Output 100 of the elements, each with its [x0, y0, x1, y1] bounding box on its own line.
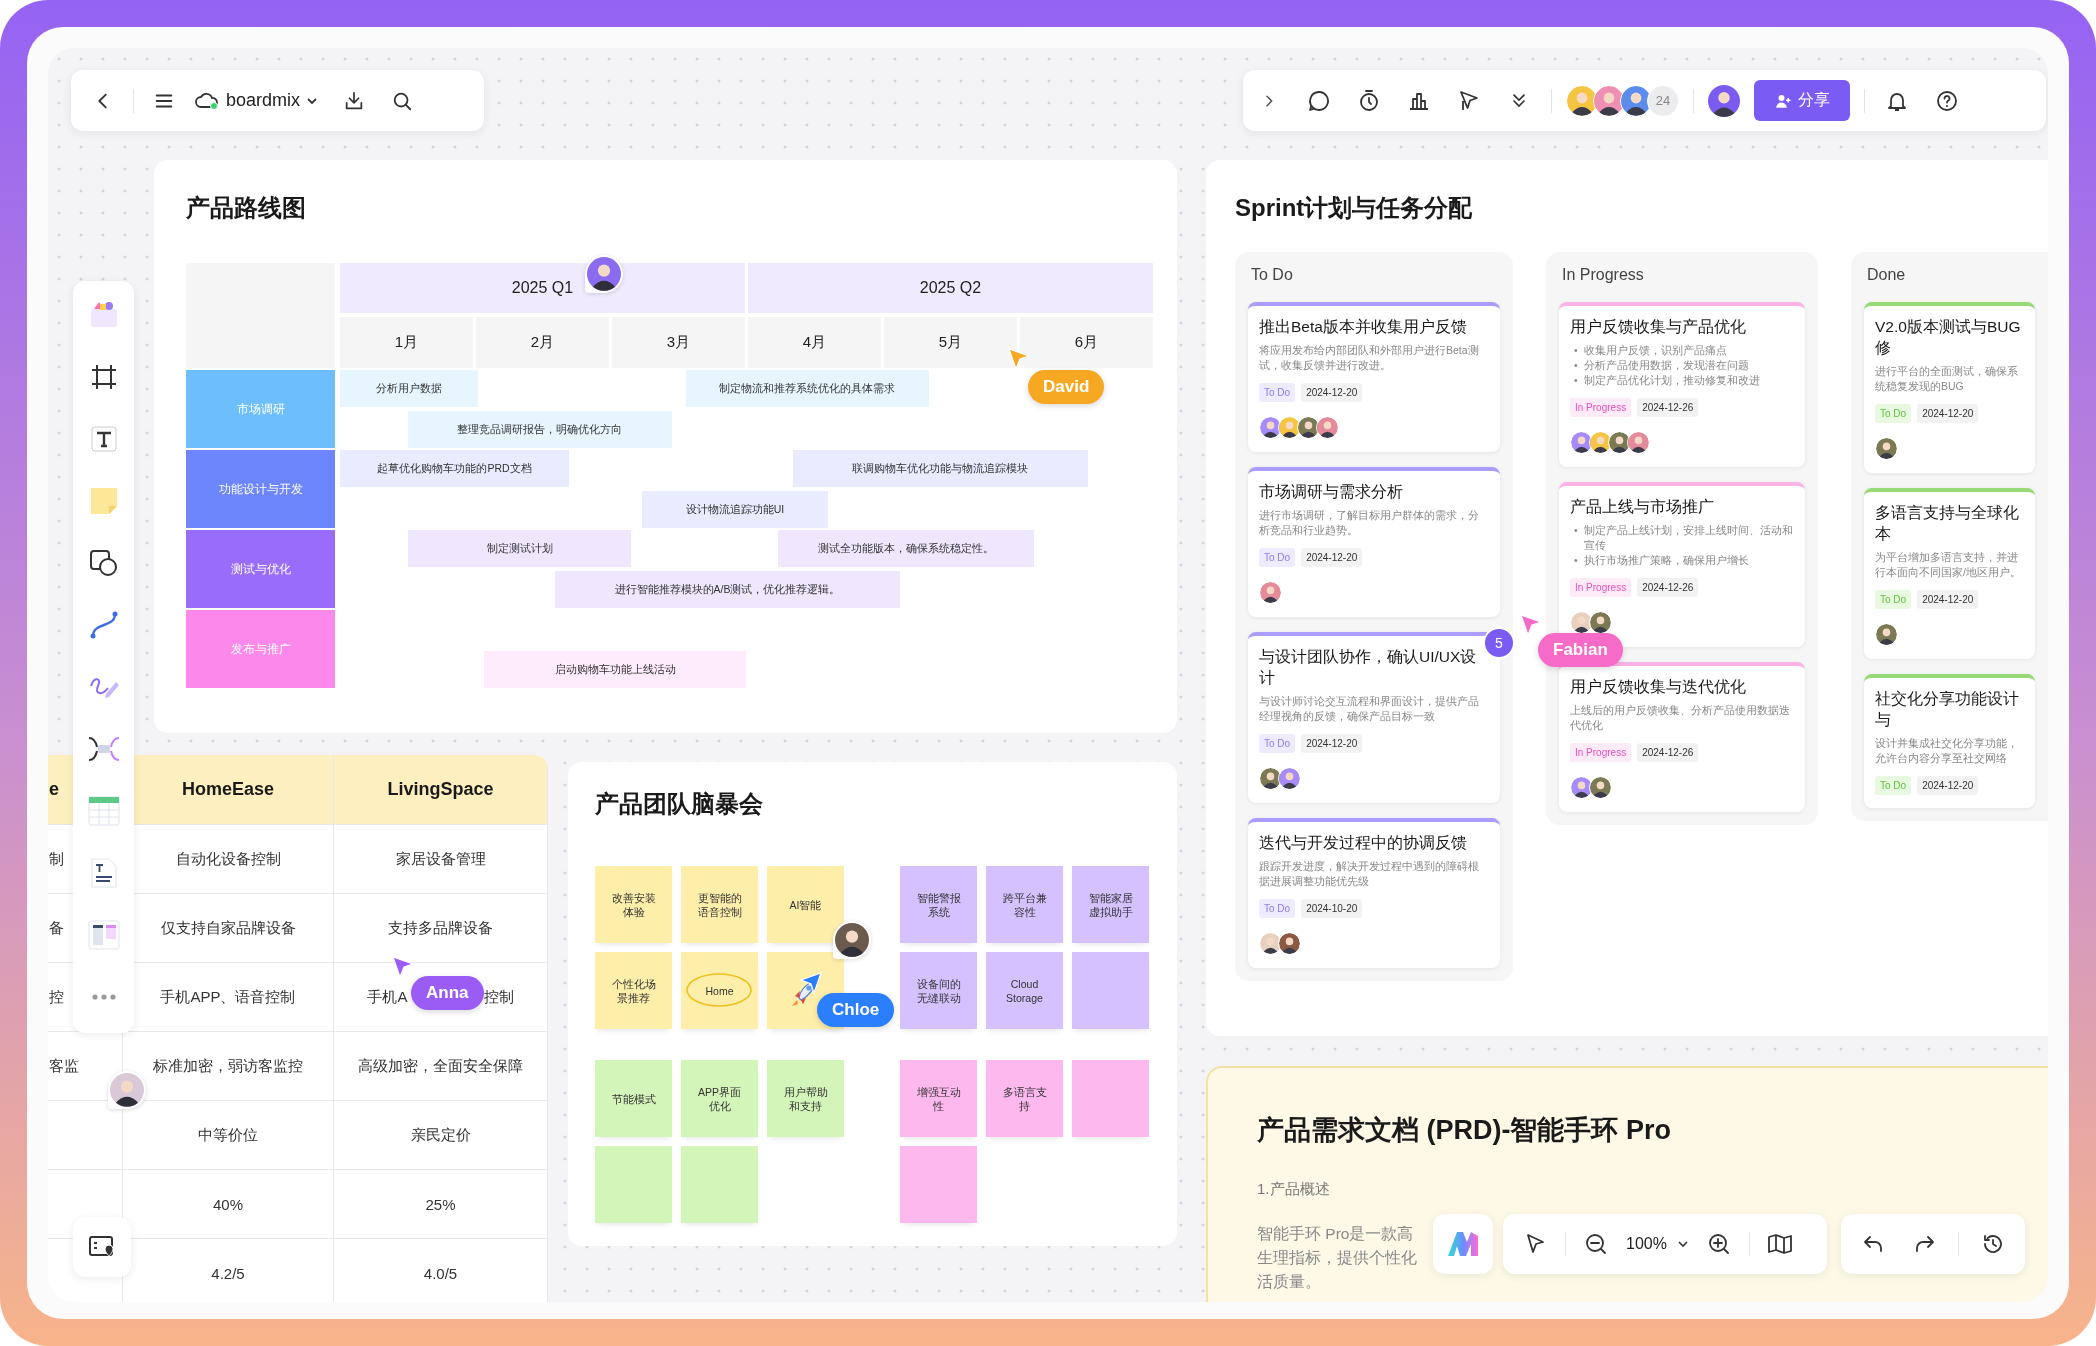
table-icon	[87, 796, 120, 826]
sticky-note[interactable]: 节能模式	[595, 1060, 672, 1137]
column-title: In Progress	[1561, 266, 1645, 284]
quarter-header: 2025 Q1	[340, 263, 745, 313]
month-header: 5月	[884, 317, 1017, 368]
card-title: 用户反馈收集与迭代优化	[1570, 677, 1747, 697]
task-bar[interactable]: 分析用户数据	[340, 370, 479, 407]
shapes-icon	[88, 548, 119, 578]
task-bar[interactable]: 制定物流和推荐系统优化的具体需求	[685, 370, 930, 407]
ai-assistant-button[interactable]	[1433, 1214, 1493, 1274]
sticky-note[interactable]: AI智能	[767, 866, 844, 943]
task-card[interactable]: V2.0版本测试与BUG修 进行平台的全面测试，确保系统稳复发现的BUG To Do 2024-12-20	[1864, 302, 2035, 473]
task-bar[interactable]: 制定测试计划	[407, 530, 632, 567]
month-header: 4月	[748, 317, 881, 368]
cursor-arrow-icon	[800, 972, 822, 994]
sticky-note[interactable]: 改善安装体验	[595, 866, 672, 943]
layout-icon	[87, 920, 120, 950]
month-header: 1月	[340, 317, 473, 368]
zoom-in-icon	[1706, 1232, 1731, 1256]
ellipse-drawing	[685, 971, 753, 1009]
lane-label: 测试与优化	[186, 530, 335, 608]
app-logo	[1446, 1230, 1480, 1258]
more-icon	[90, 993, 117, 1001]
task-card[interactable]: 迭代与开发过程中的协调反馈 跟踪开发进度，解决开发过程中遇到的障碍根据进展调整功能优先级 To Do 2024-10-20	[1248, 818, 1500, 968]
status-tag: To Do	[1259, 383, 1296, 402]
section-heading: 1.产品概述	[1257, 1179, 1331, 1199]
card-title: 推出Beta版本并收集用户反馈	[1259, 317, 1468, 337]
sticky-note[interactable]: 增强互动性	[900, 1060, 977, 1137]
cursor-name-tooltip: Anna	[411, 976, 484, 1010]
date-chip: 2024-12-20	[1301, 734, 1363, 753]
bullet-marker: •	[1574, 358, 1578, 373]
table-cell-text: 客监	[49, 1056, 79, 1076]
date-chip: 2024-12-20	[1917, 404, 1979, 423]
sticky-note[interactable]: 设备间的无缝联动	[900, 952, 977, 1029]
table-cell: 高级加密，全面安全保障	[334, 1032, 548, 1100]
sticky-note[interactable]: 智能警报系统	[900, 866, 977, 943]
sticky-note[interactable]: 多语言支持	[986, 1060, 1063, 1137]
text-icon	[90, 426, 117, 452]
card-bullet: 收集用户反馈，识别产品痛点	[1583, 343, 1727, 358]
sticky-note[interactable]: Home	[681, 952, 758, 1029]
table-cell: 25%	[334, 1170, 548, 1238]
task-bar[interactable]: 整理竞品调研报告，明确优化方向	[407, 411, 672, 448]
status-tag: To Do	[1875, 404, 1912, 423]
column-header: LivingSpace	[334, 755, 548, 824]
table-cell-text: 备	[49, 918, 64, 938]
cursor-name-tooltip: David	[1028, 370, 1105, 404]
task-bar[interactable]: 设计物流追踪功能UI	[642, 491, 828, 528]
task-bar[interactable]: 测试全功能版本，确保系统稳定性。	[777, 530, 1034, 567]
sticky-note[interactable]: 用户帮助和支持	[767, 1060, 844, 1137]
sticky-note[interactable]: Cloud Storage	[986, 952, 1063, 1029]
sticky-note[interactable]: 个性化场景推荐	[595, 952, 672, 1029]
month-header: 3月	[612, 317, 745, 368]
task-card[interactable]: 社交化分享功能设计与 设计并集成社交化分享功能，允许台内容分享至社交网络 To Do 2024-12-20	[1864, 674, 2035, 808]
column-title: To Do	[1250, 266, 1294, 284]
table-cell-text: 控制	[483, 987, 514, 1007]
sticky-note[interactable]: 智能家居虚拟助手	[1072, 866, 1149, 943]
task-bar[interactable]: 进行智能推荐模块的A/B测试，优化推荐逻辑。	[555, 571, 900, 608]
paragraph-line: 生理指标，提供个性化	[1257, 1248, 1417, 1268]
task-bar[interactable]: 联调购物车优化功能与物流追踪模块	[792, 450, 1088, 487]
date-chip: 2024-12-20	[1301, 383, 1363, 402]
task-card[interactable]: 用户反馈收集与产品优化 • 收集用户反馈，识别产品痛点 • 分析产品使用数据，发现潜在问题 • 制定产品优化计划，推动修复和改进 In Progress 2024-12-26	[1559, 302, 1805, 467]
share-button[interactable]: 分享	[1754, 80, 1850, 121]
task-card[interactable]: 推出Beta版本并收集用户反馈 将应用发布给内部团队和外部用户进行Beta测试，收集反馈并进行改进。 To Do 2024-12-20	[1248, 302, 1500, 452]
status-tag: To Do	[1875, 590, 1912, 609]
card-bullet: 制定产品上线计划，安排上线时间、活动和宣传	[1583, 523, 1794, 553]
status-tag: To Do	[1259, 548, 1296, 567]
card-description: 将应用发布给内部团队和外部用户进行Beta测试，收集反馈并进行改进。	[1259, 343, 1480, 373]
lane-label: 市场调研	[186, 370, 335, 448]
task-card[interactable]: 多语言支持与全球化本 为平台增加多语言支持，并进行本面向不同国家/地区用户。 To Do 2024-12-20	[1864, 488, 2035, 659]
lane-label: 发布与推广	[186, 610, 335, 688]
date-chip: 2024-12-26	[1637, 578, 1699, 597]
task-card[interactable]: 市场调研与需求分析 进行市场调研，了解目标用户群体的需求，分析竞品和行业趋势。 To Do 2024-12-20	[1248, 467, 1500, 617]
card-title: 社交化分享功能设计与	[1875, 689, 2020, 730]
card-description: 跟踪开发进度，解决开发过程中遇到的障碍根据进展调整功能优先级	[1259, 859, 1480, 889]
sticky-note[interactable]: 更智能的语音控制	[681, 866, 758, 943]
cursor-name-tooltip: Chloe	[817, 993, 895, 1027]
task-bar[interactable]: 启动购物车功能上线活动	[483, 651, 747, 688]
task-bar[interactable]: 起草优化购物车功能的PRD文档	[340, 450, 569, 487]
card-title: 多语言支持与全球化本	[1875, 503, 2020, 544]
map-button[interactable]	[73, 1217, 131, 1277]
table-cell: 4.0/5	[334, 1239, 548, 1302]
board-name-button[interactable]: boardmix	[194, 89, 319, 112]
task-card[interactable]: 用户反馈收集与迭代优化 上线后的用户反馈收集、分析产品使用数据迭代优化 In Progress 2024-12-26	[1559, 662, 1805, 812]
bullet-marker: •	[1574, 343, 1578, 358]
bullet-marker: •	[1574, 553, 1578, 568]
card-bullet: 制定产品优化计划，推动修复和改进	[1583, 373, 1760, 388]
status-tag: To Do	[1259, 734, 1296, 753]
month-header: 2月	[476, 317, 609, 368]
paragraph-line: 活质量。	[1257, 1272, 1321, 1292]
date-chip: 2024-12-26	[1637, 398, 1699, 417]
sticky-note[interactable]: 跨平台兼容性	[986, 866, 1063, 943]
card-description: 上线后的用户反馈收集、分析产品使用数据迭代优化	[1570, 703, 1791, 733]
card-description: 设计并集成社交化分享功能，允许台内容分享至社交网络	[1875, 736, 2019, 766]
cursor-arrow-icon	[392, 956, 414, 978]
table-cell: 家居设备管理	[334, 825, 548, 893]
zoom-level-dropdown[interactable]: 100%	[1626, 1235, 1689, 1253]
date-chip: 2024-10-20	[1301, 899, 1363, 918]
sticky-note-icon	[88, 486, 119, 516]
sticky-note[interactable]: APP界面优化	[681, 1060, 758, 1137]
status-tag: To Do	[1875, 776, 1912, 795]
